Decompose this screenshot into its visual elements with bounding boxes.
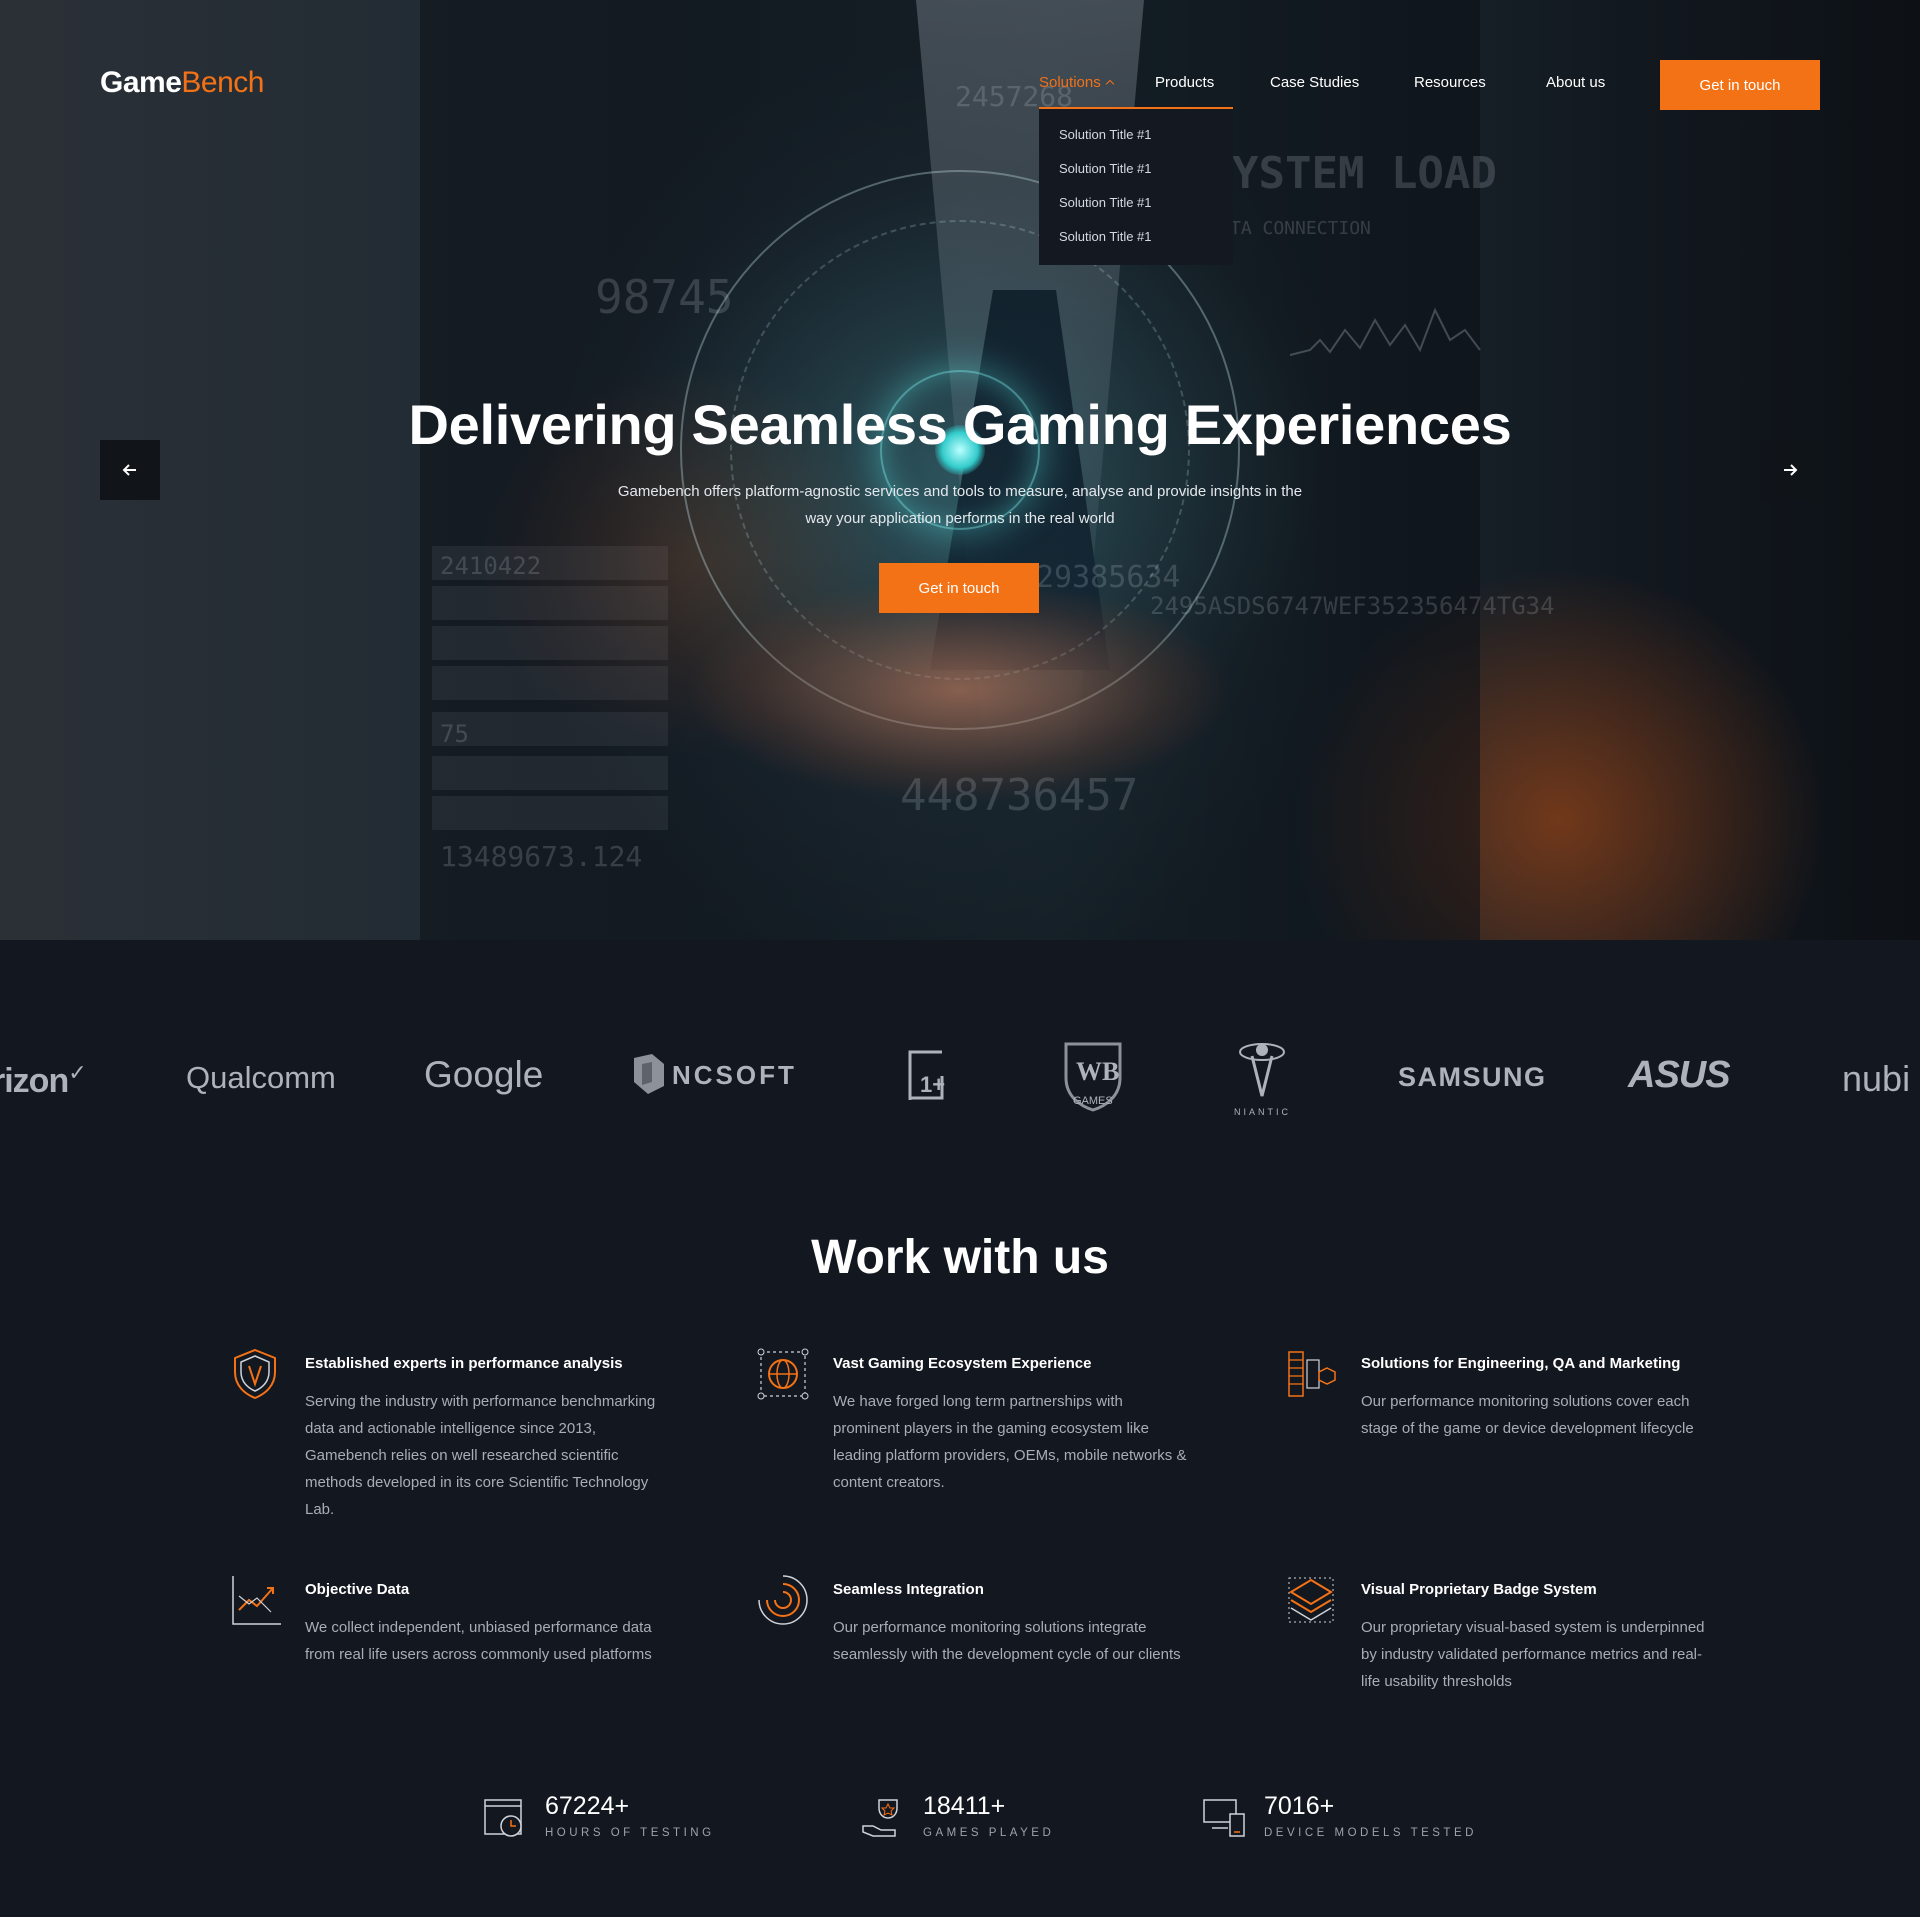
nav-case-studies[interactable]: Case Studies	[1270, 74, 1359, 91]
arrow-left-icon	[122, 464, 136, 476]
hud-number: 2410422	[440, 552, 542, 580]
hero-title: Delivering Seamless Gaming Experiences	[408, 393, 1512, 456]
svg-text:WB: WB	[1076, 1057, 1119, 1086]
stat-label: HOURS OF TESTING	[545, 1827, 715, 1839]
feature-card: Solutions for Engineering, QA and Market…	[1288, 1351, 1721, 1442]
client-logo-ncsoft-mark	[630, 1052, 670, 1096]
client-logos-strip: rizon✓ Qualcomm Google NCSOFT 1+ WB GAMES…	[0, 1040, 1920, 1150]
stopwatch-icon	[484, 1799, 522, 1837]
hud-panel	[432, 796, 668, 830]
feature-title: Seamless Integration	[833, 1581, 984, 1598]
feature-card: Established experts in performance analy…	[234, 1348, 665, 1523]
gamebench-logo[interactable]: GameBench	[100, 66, 264, 100]
layered-badge-icon	[1288, 1577, 1334, 1623]
stat-value: 67224+	[545, 1792, 630, 1820]
nav-products[interactable]: Products	[1155, 74, 1214, 91]
client-logo-asus: ASUS	[1628, 1054, 1731, 1096]
nav-solutions-label: Solutions	[1039, 74, 1101, 91]
integration-arcs-icon	[758, 1575, 808, 1625]
hud-panel	[432, 586, 668, 620]
client-logo-verizon: rizon✓	[0, 1060, 87, 1100]
feature-title: Objective Data	[305, 1581, 410, 1598]
dropdown-item[interactable]: Solution Title #1	[1039, 127, 1233, 161]
niantic-text: NIANTIC	[1234, 1107, 1291, 1117]
feature-title: Established experts in performance analy…	[305, 1355, 623, 1372]
client-logo-nubia: nubi	[1842, 1058, 1911, 1099]
hero-section: 2457268 98745 YSTEM LOAD TA CONNECTION 2…	[0, 0, 1920, 940]
stat-label: GAMES PLAYED	[923, 1827, 1055, 1839]
nav-about-us[interactable]: About us	[1546, 74, 1605, 91]
logo-part-game: Game	[100, 66, 182, 99]
dropdown-item[interactable]: Solution Title #1	[1039, 229, 1233, 263]
client-logo-niantic: NIANTIC	[1226, 1038, 1298, 1118]
feature-text: Serving the industry with performance be…	[305, 1393, 656, 1518]
feature-text: Our performance monitoring solutions cov…	[1361, 1393, 1694, 1437]
feature-card: Vast Gaming Ecosystem Experience We have…	[757, 1348, 1193, 1496]
wb-games-text: GAMES	[1073, 1095, 1113, 1107]
trophy-hand-icon	[862, 1799, 898, 1837]
hud-number: 448736457	[900, 770, 1139, 821]
nav-solutions[interactable]: Solutions	[1039, 74, 1114, 91]
feature-title: Visual Proprietary Badge System	[1361, 1581, 1597, 1598]
feature-text: Our performance monitoring solutions int…	[833, 1619, 1181, 1663]
nav-resources[interactable]: Resources	[1414, 74, 1486, 91]
stat-games: 18411+ GAMES PLAYED	[862, 1792, 1055, 1839]
server-cube-icon	[1288, 1351, 1336, 1397]
hud-label: YSTEM LOAD	[1232, 148, 1497, 199]
client-logo-google: Google	[424, 1054, 544, 1095]
client-logo-qualcomm: Qualcomm	[186, 1060, 336, 1095]
hud-panel	[432, 756, 668, 790]
dropdown-item[interactable]: Solution Title #1	[1039, 195, 1233, 229]
hud-number: 29385634	[1036, 560, 1181, 595]
client-logo-samsung: SAMSUNG	[1398, 1062, 1547, 1092]
devices-icon	[1203, 1799, 1245, 1837]
hud-number: 75	[440, 720, 469, 748]
client-logo-ncsoft: NCSOFT	[672, 1060, 797, 1090]
feature-title: Solutions for Engineering, QA and Market…	[1361, 1355, 1681, 1372]
stat-value: 18411+	[923, 1792, 1006, 1820]
feature-text: Our proprietary visual-based system is u…	[1361, 1619, 1705, 1690]
work-with-us-title: Work with us	[811, 1231, 1109, 1284]
oneplus-text: 1+	[920, 1072, 945, 1097]
stat-devices: 7016+ DEVICE MODELS TESTED	[1203, 1792, 1477, 1839]
hud-number: 98745	[595, 270, 734, 324]
feature-text: We have forged long term partnerships wi…	[833, 1393, 1187, 1491]
hud-number: 2495ASDS6747WEF352356474TG34	[1150, 592, 1555, 620]
feature-card: Visual Proprietary Badge System Our prop…	[1288, 1577, 1721, 1695]
dropdown-item[interactable]: Solution Title #1	[1039, 161, 1233, 195]
logo-part-bench: Bench	[181, 66, 264, 99]
shield-icon	[234, 1348, 276, 1400]
header-get-in-touch-button[interactable]: Get in touch	[1660, 60, 1820, 110]
feature-card: Objective Data We collect independent, u…	[232, 1576, 665, 1668]
feature-card: Seamless Integration Our performance mon…	[758, 1575, 1193, 1668]
feature-text: We collect independent, unbiased perform…	[305, 1619, 652, 1663]
feature-title: Vast Gaming Ecosystem Experience	[833, 1355, 1092, 1372]
chevron-up-icon	[1105, 79, 1114, 89]
hud-label: TA CONNECTION	[1230, 218, 1371, 239]
solutions-dropdown: Solution Title #1 Solution Title #1 Solu…	[1039, 109, 1233, 265]
hud-waveform	[1290, 307, 1481, 356]
stat-value: 7016+	[1264, 1792, 1335, 1820]
globe-network-icon	[757, 1348, 809, 1400]
client-logo-oneplus: 1+	[906, 1048, 962, 1104]
line-chart-icon	[232, 1576, 281, 1625]
hero-get-in-touch-button[interactable]: Get in touch	[879, 563, 1039, 613]
stat-label: DEVICE MODELS TESTED	[1264, 1827, 1477, 1839]
arrow-right-icon	[1784, 464, 1798, 476]
client-logo-wb-games: WB GAMES	[1058, 1038, 1128, 1114]
stat-hours: 67224+ HOURS OF TESTING	[484, 1792, 715, 1839]
hero-subtitle: Gamebench offers platform-agnostic servi…	[617, 483, 1303, 527]
hud-number: 13489673.124	[440, 840, 643, 873]
